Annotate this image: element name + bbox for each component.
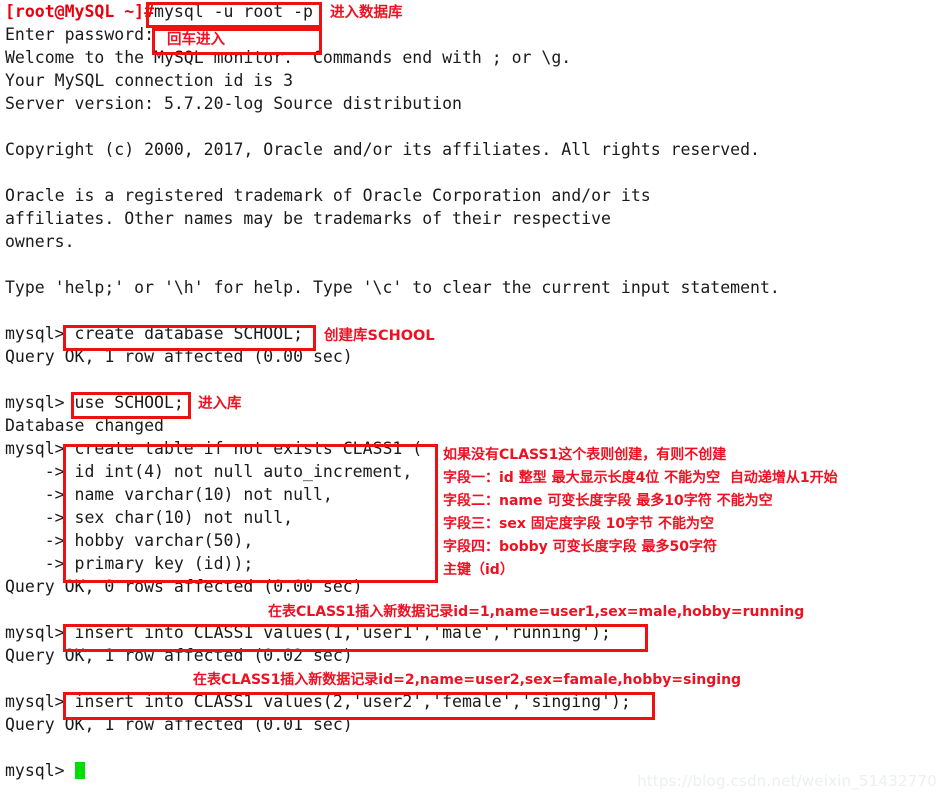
terminal-line-trademark-2: affiliates. Other names may be trademark… [5,209,611,228]
terminal-line-enter-password: Enter password: [5,25,155,44]
terminal-line-query-ok-1: Query OK, 1 row affected (0.00 sec) [5,347,353,366]
terminal-line-query-ok-3: Query OK, 1 row affected (0.02 sec) [5,646,353,665]
annotation-field-three: 字段三：sex 固定度字段 10字节 不能为空 [443,516,714,532]
terminal-line-copyright: Copyright (c) 2000, 2017, Oracle and/or … [5,140,760,159]
annotation-field-one: 字段一：id 整型 最大显示长度4位 不能为空 自动递增从1开始 [443,470,838,486]
terminal-line-insert-2: mysql> insert into CLASS1 values(2,'user… [5,692,631,711]
terminal-line-help-hint: Type 'help;' or '\h' for help. Type '\c'… [5,278,780,297]
annotation-enter-database: 进入数据库 [330,5,403,21]
text-cursor [74,762,85,779]
annotation-create-table-note: 如果没有CLASS1这个表则创建，有则不创建 [443,447,727,463]
annotation-primary-key: 主键（id） [443,562,514,578]
terminal-screenshot: [root@MySQL ~]#mysql -u root -p Enter pa… [0,0,941,796]
terminal-output[interactable]: [root@MySQL ~]#mysql -u root -p Enter pa… [5,0,941,782]
shell-prompt: [root@MySQL ~]# [5,2,155,21]
terminal-line-create-database: mysql> create database SCHOOL; [5,324,304,343]
annotation-field-two: 字段二：name 可变长度字段 最多10字符 不能为空 [443,493,773,509]
terminal-line-trademark-1: Oracle is a registered trademark of Orac… [5,186,651,205]
terminal-line-query-ok-4: Query OK, 1 row affected (0.01 sec) [5,715,353,734]
terminal-line-welcome: Welcome to the MySQL monitor. Commands e… [5,48,572,67]
annotation-insert-two: 在表CLASS1插入新数据记录id=2,name=user2,sex=famal… [193,672,742,688]
terminal-line-insert-1: mysql> insert into CLASS1 values(1,'user… [5,623,611,642]
annotation-enter-database-short: 进入库 [198,396,242,412]
annotation-create-database: 创建库SCHOOL [324,328,435,344]
terminal-line-trademark-3: owners. [5,232,75,251]
terminal-line-shell-command: [root@MySQL ~]#mysql -u root -p [5,0,941,23]
terminal-line-server-version: Server version: 5.7.20-log Source distri… [5,94,462,113]
terminal-line-use-school: mysql> use SCHOOL; [5,393,184,412]
annotation-insert-one: 在表CLASS1插入新数据记录id=1,name=user1,sex=male,… [268,604,805,620]
command-text: mysql -u root -p [154,2,313,21]
annotation-press-enter: 回车进入 [167,32,225,48]
terminal-line-database-changed: Database changed [5,416,164,435]
terminal-line-connection-id: Your MySQL connection id is 3 [5,71,294,90]
annotation-field-four: 字段四：bobby 可变长度字段 最多50字符 [443,539,718,555]
watermark-url: https://blog.csdn.net/weixin_51432770 [637,772,937,790]
mysql-prompt: mysql> [5,761,75,780]
